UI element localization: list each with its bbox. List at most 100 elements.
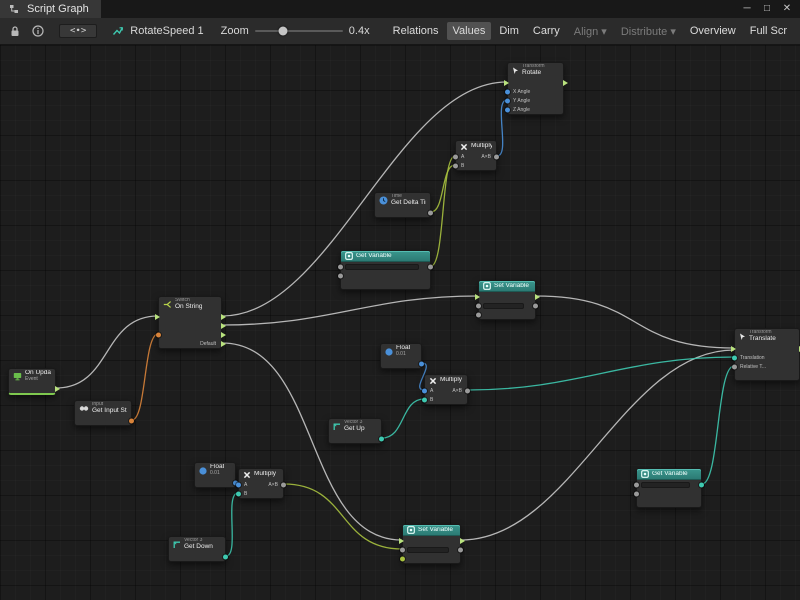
input-port[interactable]: [156, 332, 161, 337]
input-port[interactable]: [505, 89, 510, 94]
input-port[interactable]: [634, 491, 639, 496]
output-port[interactable]: [699, 482, 704, 487]
output-port[interactable]: [223, 554, 228, 559]
node-float-mid[interactable]: Float0.01: [380, 343, 422, 369]
graph-reference[interactable]: RotateSpeed 1: [110, 23, 203, 39]
input-port[interactable]: [634, 482, 639, 487]
output-port[interactable]: [428, 264, 433, 269]
node-get-delta-time[interactable]: TimeGet Delta Time: [374, 192, 431, 218]
toolbar-button-values[interactable]: Values: [447, 22, 492, 40]
input-port[interactable]: [732, 355, 737, 360]
input-port[interactable]: [400, 556, 405, 561]
variable-icon: [407, 526, 415, 534]
input-port[interactable]: [236, 482, 241, 487]
input-port[interactable]: [155, 314, 160, 320]
node-set-variable-bottom[interactable]: Set Variable: [402, 524, 461, 564]
node-on-update[interactable]: On UpdateEvent: [8, 368, 56, 395]
input-port[interactable]: [422, 397, 427, 402]
output-port[interactable]: [533, 303, 538, 308]
toolbar-button-dim[interactable]: Dim: [493, 22, 525, 40]
zoom-slider[interactable]: [255, 30, 343, 32]
zoom-slider-thumb[interactable]: [278, 27, 287, 36]
output-port[interactable]: [419, 361, 424, 366]
output-port[interactable]: [221, 332, 226, 338]
node-get-variable-right[interactable]: Get Variable: [636, 468, 702, 508]
port-label: Relative T...: [740, 364, 766, 370]
close-button[interactable]: ✕: [778, 0, 796, 18]
input-port[interactable]: [505, 107, 510, 112]
titlebar: Script Graph ─ □ ✕: [0, 0, 800, 19]
port-label: Y Angle: [513, 98, 530, 104]
toolbar-button-overview[interactable]: Overview: [684, 22, 742, 40]
input-port[interactable]: [476, 312, 481, 317]
input-port[interactable]: [338, 273, 343, 278]
input-port[interactable]: [504, 80, 509, 86]
lock-icon[interactable]: [7, 23, 23, 39]
variable-name-field[interactable]: [407, 547, 449, 553]
output-port[interactable]: [221, 314, 226, 320]
toolbar-button-distribute[interactable]: Distribute ▾: [615, 22, 682, 41]
input-port[interactable]: [422, 388, 427, 393]
node-switch-on-string[interactable]: SwitchOn StringDefault: [158, 296, 222, 349]
node-multiply-mid[interactable]: MultiplyAA×BB: [424, 374, 468, 405]
output-port[interactable]: [55, 386, 60, 392]
node-get-variable-top[interactable]: Get Variable: [340, 250, 431, 290]
toolbar-button-carry[interactable]: Carry: [527, 22, 566, 40]
output-port[interactable]: [221, 323, 226, 329]
input-port[interactable]: [505, 98, 510, 103]
tab-script-graph[interactable]: Script Graph: [0, 0, 101, 18]
info-icon[interactable]: [30, 23, 46, 39]
output-port[interactable]: [458, 547, 463, 552]
node-multiply-bottom[interactable]: MultiplyAA×BB: [238, 468, 284, 499]
node-port-row: [735, 371, 799, 380]
node-title: Get Variable: [356, 253, 392, 260]
output-port[interactable]: [494, 154, 499, 159]
output-port[interactable]: [281, 482, 286, 487]
input-port[interactable]: [731, 346, 736, 352]
node-title: Multiply: [471, 143, 492, 150]
node-set-variable-mid[interactable]: Set Variable: [478, 280, 536, 320]
toolbar-button-relations[interactable]: Relations: [387, 22, 445, 40]
graph-canvas[interactable]: [0, 45, 800, 600]
node-port-row: [159, 330, 221, 339]
input-port[interactable]: [732, 364, 737, 369]
output-port[interactable]: [563, 80, 568, 86]
node-multiply-top[interactable]: MultiplyAA×BB: [455, 140, 497, 171]
output-port[interactable]: [465, 388, 470, 393]
input-port[interactable]: [475, 294, 480, 300]
variable-name-field[interactable]: [641, 482, 690, 488]
node-port-row: AA×B: [456, 152, 496, 161]
minimize-button[interactable]: ─: [738, 0, 756, 18]
node-vector3-get-up[interactable]: Vector 3Get Up: [328, 418, 382, 444]
output-port[interactable]: [221, 341, 226, 347]
input-port[interactable]: [338, 264, 343, 269]
variable-icon: [345, 252, 353, 260]
port-label: B: [244, 491, 247, 497]
transform-icon: [512, 67, 519, 75]
variable-name-field[interactable]: [483, 303, 524, 309]
node-header: Vector 3Get Down: [169, 537, 225, 552]
toolbar-button-full-scr[interactable]: Full Scr: [744, 22, 793, 40]
maximize-button[interactable]: □: [758, 0, 776, 18]
node-vector3-get-down[interactable]: Vector 3Get Down: [168, 536, 226, 562]
output-port[interactable]: [535, 294, 540, 300]
node-translate[interactable]: TransformTranslateTranslationRelative T.…: [734, 328, 800, 381]
input-port[interactable]: [236, 491, 241, 496]
input-port[interactable]: [453, 163, 458, 168]
node-float-bottom[interactable]: Float0.01: [194, 462, 236, 488]
input-port[interactable]: [399, 538, 404, 544]
node-header: Multiply: [425, 375, 467, 386]
output-port[interactable]: [428, 210, 433, 215]
toolbar-button-align[interactable]: Align ▾: [568, 22, 613, 41]
node-rotate[interactable]: TransformRotateX AngleY AngleZ Angle: [507, 62, 564, 115]
code-view-button[interactable]: <∙>: [59, 24, 97, 38]
node-get-input-string[interactable]: InputGet Input Strin: [74, 400, 132, 426]
input-port[interactable]: [453, 154, 458, 159]
output-port[interactable]: [379, 436, 384, 441]
output-port[interactable]: [129, 418, 134, 423]
variable-name-field[interactable]: [345, 264, 419, 270]
output-port[interactable]: [460, 538, 465, 544]
input-port[interactable]: [400, 547, 405, 552]
input-port[interactable]: [476, 303, 481, 308]
node-title: On String: [175, 304, 202, 311]
